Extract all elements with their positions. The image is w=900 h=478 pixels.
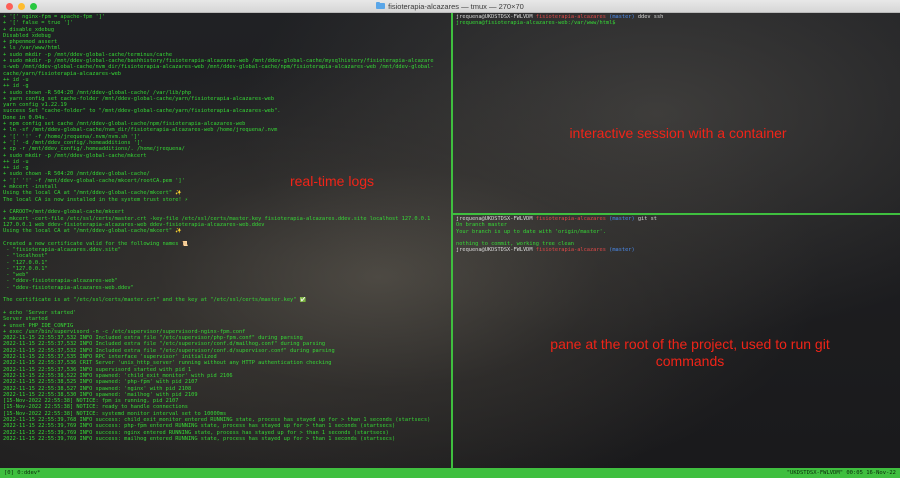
container-prompt: jrequena@fisioterapia-alcazares-web:/var…: [456, 20, 616, 27]
tmux-status-bar: [0] 0:ddev* "UKDSTDSX-FWLVDM" 00:05 16-N…: [0, 468, 900, 478]
zoom-window-button[interactable]: [30, 3, 37, 10]
minimize-window-button[interactable]: [18, 3, 25, 10]
annotation-logs: real-time logs: [289, 173, 375, 189]
window-title-group: fisioterapia-alcazares — tmux — 270×70: [376, 1, 524, 11]
window-titlebar: fisioterapia-alcazares — tmux — 270×70: [0, 0, 900, 13]
prompt-user: jrequena@UKDSTDSX-FWLVDM: [456, 216, 533, 222]
prompt-branch: (master): [609, 14, 635, 20]
log-line: 2022-11-15 22:55:39,769 INFO success: ph…: [3, 423, 396, 430]
logs-pane[interactable]: + '[' nginx-fpm = apache-fpm ']' + '[' fa…: [0, 13, 451, 468]
window-title: fisioterapia-alcazares — tmux — 270×70: [388, 1, 524, 11]
prompt-branch: (master): [609, 247, 635, 254]
terminal-area[interactable]: + '[' nginx-fpm = apache-fpm ']' + '[' fa…: [0, 13, 900, 468]
annotation-git: pane at the root of the project, used to…: [550, 336, 830, 369]
close-window-button[interactable]: [6, 3, 13, 10]
window-controls: [6, 3, 37, 10]
prompt-directory: fisioterapia-alcazares: [535, 216, 606, 222]
folder-icon: [376, 1, 386, 9]
log-line: + mkcert -cert-file /etc/ssl/certs/maste…: [3, 215, 431, 222]
log-line: 2022-11-15 22:55:39,769 INFO success: ma…: [3, 435, 396, 442]
prompt-directory: fisioterapia-alcazares: [535, 14, 606, 20]
annotation-session: interactive session with a container: [569, 125, 787, 141]
log-line: s-web /mnt/ddev-global-cache/nvm_dir/fis…: [3, 64, 434, 71]
command-text: ddev ssh: [637, 14, 664, 20]
status-host-clock: "UKDSTDSX-FWLVDM" 00:05 16-Nov-22: [786, 470, 896, 476]
status-window-list[interactable]: [0] 0:ddev*: [4, 468, 40, 478]
prompt-user: jrequena@UKDSTDSX-FWLVDM: [456, 247, 533, 254]
log-line: 2022-11-15 22:55:39,769 INFO success: ng…: [3, 429, 389, 436]
command-text: git st: [637, 216, 657, 222]
prompt-directory: fisioterapia-alcazares: [535, 247, 606, 254]
prompt-user: jrequena@UKDSTDSX-FWLVDM: [456, 14, 533, 20]
prompt-branch: (master): [609, 216, 635, 222]
container-session-pane[interactable]: jrequena@UKDSTDSX-FWLVDM fisioterapia-al…: [453, 13, 900, 213]
shell-prompt-line: jrequena@UKDSTDSX-FWLVDM fisioterapia-al…: [456, 247, 897, 253]
